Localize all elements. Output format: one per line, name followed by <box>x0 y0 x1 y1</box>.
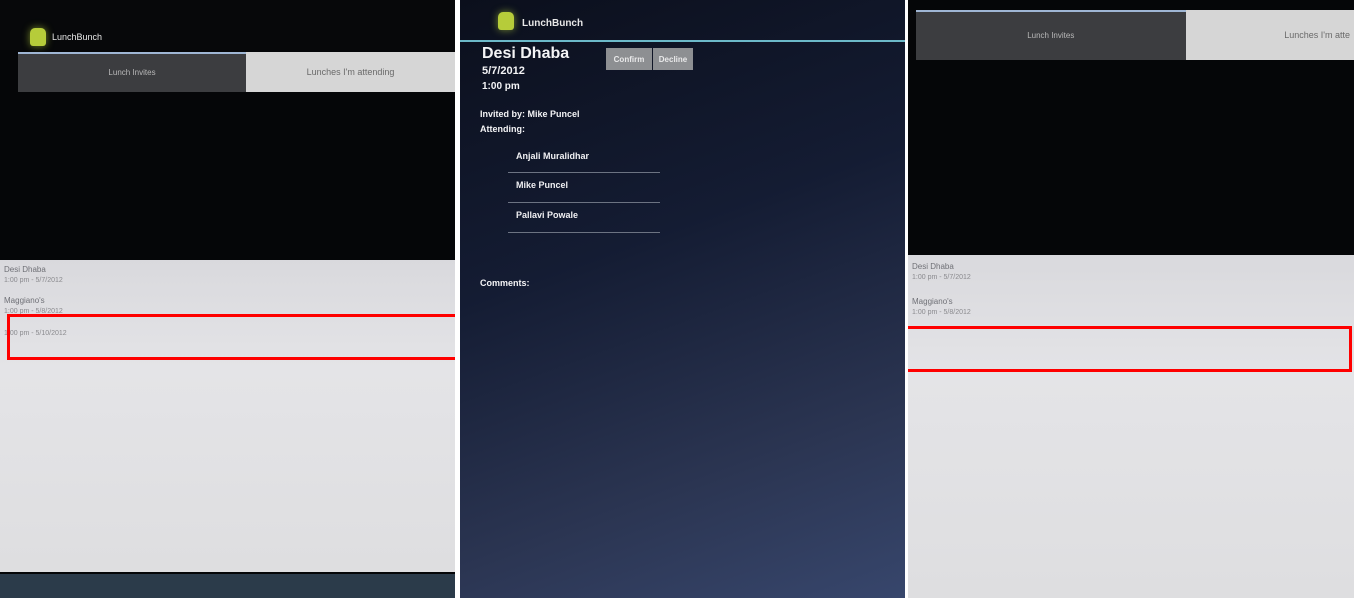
app-title: LunchBunch <box>52 32 103 42</box>
list-item[interactable]: Desi Dhaba 1:00 pm - 5/7/2012 <box>912 261 971 283</box>
right-screenshot-panel: Lunch Invites Lunches I'm atte Desi Dhab… <box>908 0 1354 598</box>
list-item-name: Desi Dhaba <box>912 262 954 271</box>
attendee-name: Pallavi Powale <box>516 210 579 220</box>
tab-lunches-attending[interactable]: Lunches I'm attending <box>246 52 455 92</box>
attending-label: Attending: <box>480 124 525 134</box>
list-item[interactable]: Maggiano's 1:00 pm - 5/8/2012 <box>912 296 971 318</box>
confirm-button[interactable]: Confirm <box>606 48 652 70</box>
invited-by: Invited by: Mike Puncel <box>480 109 580 119</box>
tab-bar: Lunch Invites Lunches I'm atte <box>908 10 1354 60</box>
android-app-icon <box>30 28 46 46</box>
middle-screenshot-panel: LunchBunch Desi Dhaba 5/7/2012 1:00 pm C… <box>460 0 905 598</box>
tab-lunch-invites[interactable]: Lunch Invites <box>916 10 1186 60</box>
list-item-name: Desi Dhaba <box>4 265 46 274</box>
bottom-bar <box>0 574 455 598</box>
app-title: LunchBunch <box>522 18 584 29</box>
tab-bar: Lunch Invites Lunches I'm attending <box>0 52 455 92</box>
action-bar-divider <box>460 40 905 42</box>
lunch-list: Desi Dhaba 1:00 pm - 5/7/2012 Maggiano's… <box>0 260 455 572</box>
lunch-list: Desi Dhaba 1:00 pm - 5/7/2012 Maggiano's… <box>908 255 1354 598</box>
event-time: 1:00 pm <box>482 81 520 92</box>
list-item-detail: 1:00 pm - 5/7/2012 <box>912 274 971 281</box>
list-item-name: Maggiano's <box>912 297 953 306</box>
attendee-name: Anjali Muralidhar <box>516 151 590 161</box>
decline-button[interactable]: Decline <box>653 48 693 70</box>
divider <box>508 232 660 233</box>
action-bar: LunchBunch <box>0 0 455 50</box>
event-date: 5/7/2012 <box>482 65 525 77</box>
left-screenshot-panel: LunchBunch Lunch Invites Lunches I'm att… <box>0 0 455 598</box>
highlight-box <box>7 314 455 360</box>
comments-label: Comments: <box>480 278 530 288</box>
list-item[interactable]: Desi Dhaba 1:00 pm - 5/7/2012 <box>4 264 63 286</box>
divider <box>508 172 660 173</box>
tab-lunch-invites[interactable]: Lunch Invites <box>18 52 246 92</box>
list-item-detail: 1:00 pm - 5/7/2012 <box>4 277 63 284</box>
event-name: Desi Dhaba <box>482 45 570 62</box>
list-item-name: Maggiano's <box>4 296 45 305</box>
attendee-name: Mike Puncel <box>516 180 569 190</box>
divider <box>508 202 660 203</box>
highlight-box <box>908 326 1352 372</box>
list-item-detail: 1:00 pm - 5/8/2012 <box>912 309 971 316</box>
android-app-icon <box>498 12 514 30</box>
tab-lunches-attending[interactable]: Lunches I'm atte <box>1185 10 1354 60</box>
